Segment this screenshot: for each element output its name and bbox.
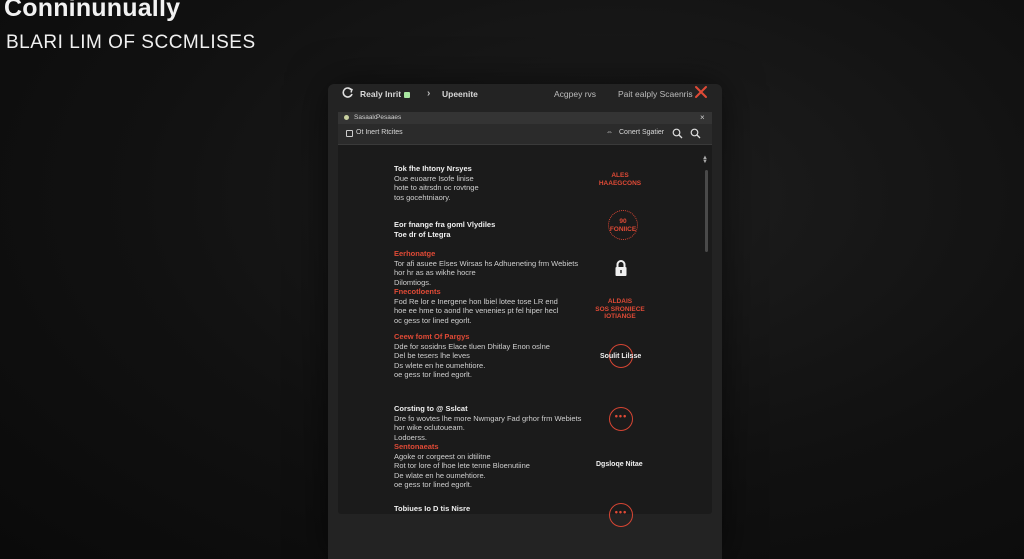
badge-2-line: FONIICE bbox=[609, 225, 637, 233]
badge-3: ALDAIS SOS SRONIECE IOTIANGE bbox=[582, 298, 658, 321]
section-text: Oue euoarre Isofe linise bbox=[394, 173, 474, 183]
section-heading: Tok fhe Ihtony Nrsyes bbox=[394, 164, 472, 173]
section-text: Dre fo wovtes lhe more Nwmgary Fad grhor… bbox=[394, 413, 582, 423]
more-dots-icon: ••• bbox=[614, 411, 628, 421]
browser-panel: Sasaalo Pesaaes × Ot Inert Rtcites ⇔ Con… bbox=[338, 112, 712, 527]
section-text: Tor afi asuee Elses Wirsas hs Adhuenetin… bbox=[394, 258, 579, 268]
section-1: Tok fhe Ihtony Nrsyes Oue euoarre Isofe l… bbox=[394, 164, 594, 202]
section-text: hoe ee hme to aond Ihe venenies pt fel h… bbox=[394, 306, 559, 315]
content-area: Tok fhe Ihtony Nrsyes Oue euoarre Isofe l… bbox=[338, 112, 712, 527]
widget-label-2[interactable]: Dgsloqe Nitae bbox=[596, 460, 643, 470]
section-text: Agoke or corgeest on idtilitne bbox=[394, 451, 491, 461]
close-icon[interactable] bbox=[694, 85, 708, 99]
badge-3-line: IOTIANGE bbox=[604, 313, 636, 320]
section-subheading: Sentonaeats bbox=[394, 442, 439, 451]
section-text: Rot tor lore of lhoe lete tenne Bloenuti… bbox=[394, 461, 530, 470]
more-dots-icon: ••• bbox=[614, 507, 628, 517]
section-text: oe gess tor lined egorlt. bbox=[394, 370, 472, 379]
section-text: De wlate en he oumehtiore. bbox=[394, 470, 486, 480]
section-6: Tobiues Io D tis Nisre bbox=[394, 504, 594, 514]
badge-3-line: ALDAIS bbox=[607, 298, 633, 305]
chevron-right-icon: › bbox=[427, 88, 431, 99]
widget-label-1[interactable]: Soulit Lilsse bbox=[600, 352, 641, 362]
section-heading: Eor fnange fra goml Vlydiles bbox=[394, 220, 496, 229]
section-4: Ceew fomt Of Pargys Dde for sosidns Elace… bbox=[394, 332, 594, 380]
section-text: Dde for sosidns Elace tluen Dhitlay Enon… bbox=[394, 341, 550, 351]
section-text: oc gess tor lined egorlt. bbox=[394, 315, 472, 325]
app-window: Realy Inrit › Upeenite Acgpey rvs Pait e… bbox=[328, 84, 722, 559]
page-title: Conninunually bbox=[4, 0, 181, 22]
update-label[interactable]: Upeenite bbox=[442, 89, 478, 99]
lock-icon[interactable] bbox=[614, 260, 628, 277]
section-heading: Tobiues Io D tis Nisre bbox=[394, 504, 471, 513]
badge-2-line: 90 bbox=[619, 218, 627, 225]
badge-2: 90 FONIICE bbox=[594, 218, 652, 233]
badge-3-line: SOS SRONIECE bbox=[595, 305, 645, 313]
section-heading: Toe dr of Ltegra bbox=[394, 229, 451, 239]
section-text: Dilomtiogs. bbox=[394, 277, 432, 287]
section-text: hote to aitrsdn oc rovtnge bbox=[394, 183, 479, 192]
ready-status[interactable]: Realy Inrit bbox=[360, 89, 411, 99]
section-text: Del be tesers lhe leves bbox=[394, 351, 470, 360]
status-dot bbox=[404, 91, 411, 98]
section-3: Eerhonatge Tor afi asuee Elses Wirsas hs … bbox=[394, 249, 594, 325]
section-text: oe gess tor lined egorlt. bbox=[394, 480, 472, 489]
badge-1-line: HAAEGCONS bbox=[598, 179, 642, 187]
badge-1: ALES HAAEGCONS bbox=[590, 172, 650, 187]
window-toolbar: Realy Inrit › Upeenite Acgpey rvs Pait e… bbox=[328, 84, 722, 106]
section-2: Eor fnange fra goml Vlydiles Toe dr of Lt… bbox=[394, 220, 594, 239]
section-text: Ds wlete en he oumehtiore. bbox=[394, 360, 486, 370]
section-subheading: Ceew fomt Of Pargys bbox=[394, 332, 470, 341]
section-text: tos gocehtniaory. bbox=[394, 192, 451, 202]
section-text: hor wike oclutoueam. bbox=[394, 423, 465, 432]
page-subtitle: BLARI LIM OF SCCMLISES bbox=[6, 32, 256, 53]
toolbar-menu-2[interactable]: Pait ealply Scaenris bbox=[618, 89, 693, 99]
section-text: Fod Re lor e Inergene hon lbiel lotee to… bbox=[394, 296, 558, 306]
section-5: Corsting to @ Sslcat Dre fo wovtes lhe mo… bbox=[394, 404, 594, 490]
section-text: Lodoerss. bbox=[394, 432, 427, 442]
section-text: hor hr as as wikhe hocre bbox=[394, 268, 476, 277]
section-heading: Corsting to @ Sslcat bbox=[394, 404, 468, 413]
refresh-logo-icon[interactable] bbox=[342, 87, 354, 99]
toolbar-menu-1[interactable]: Acgpey rvs bbox=[554, 89, 596, 99]
section-subheading: Fnecotloents bbox=[394, 287, 441, 296]
ready-label: Realy Inrit bbox=[360, 89, 402, 99]
section-subheading: Eerhonatge bbox=[394, 249, 436, 258]
badge-1-line: ALES bbox=[611, 172, 629, 179]
